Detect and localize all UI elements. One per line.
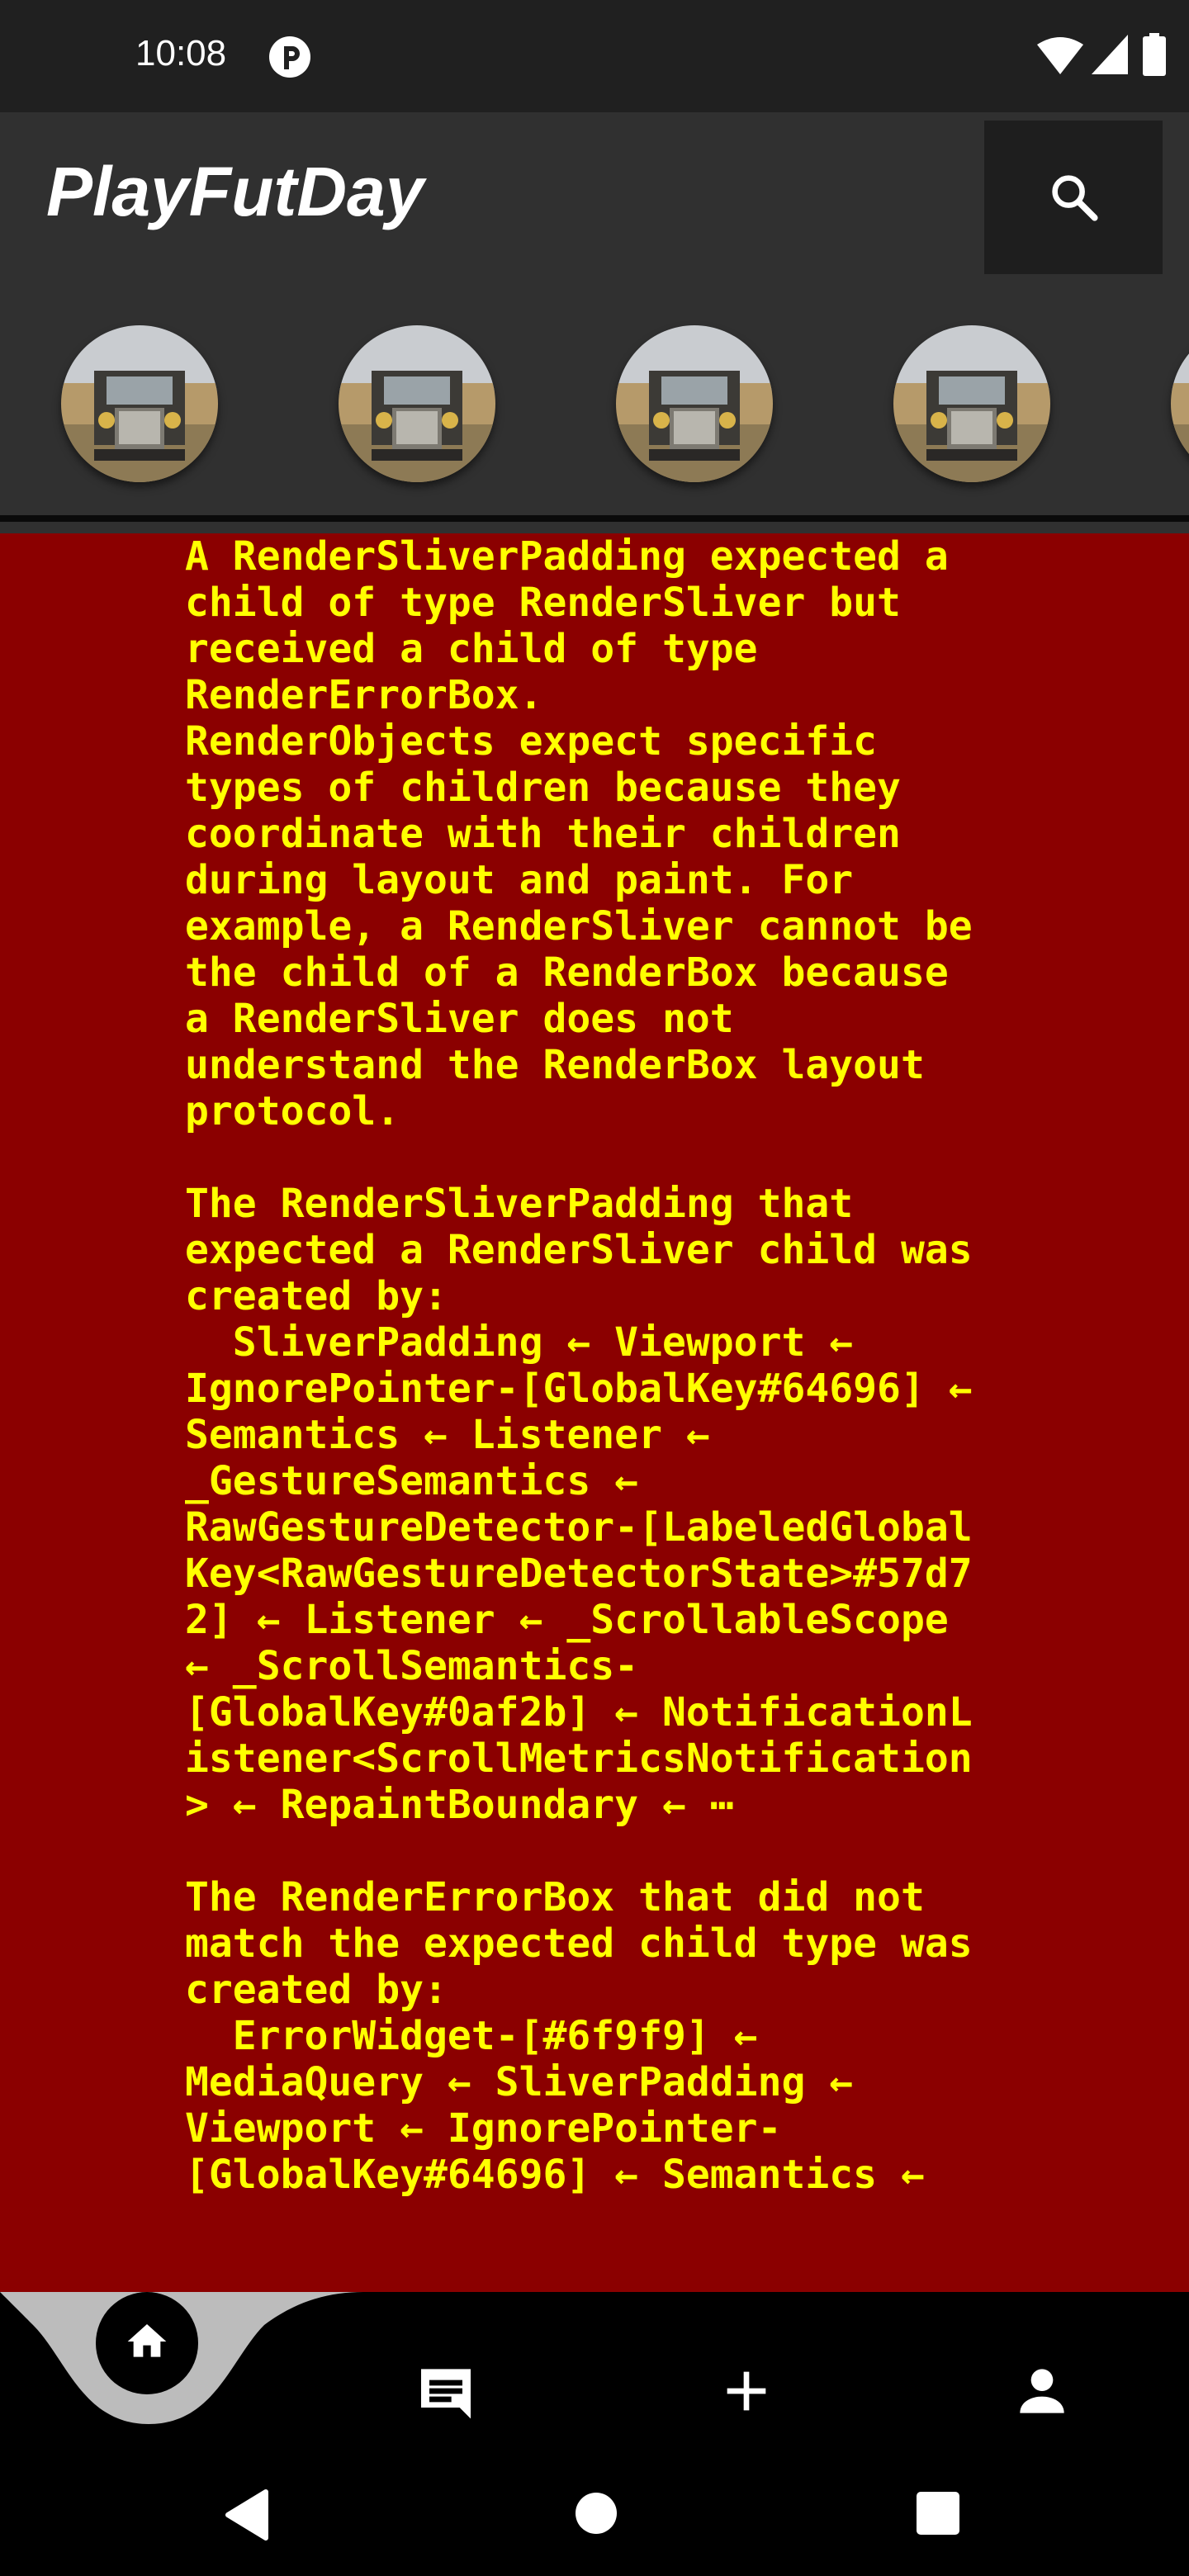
status-time: 10:08 bbox=[135, 33, 227, 73]
battery-icon bbox=[1143, 33, 1166, 76]
story-avatar[interactable] bbox=[893, 325, 1050, 482]
app-notification-icon bbox=[269, 36, 310, 78]
stories-strip[interactable] bbox=[0, 274, 1189, 515]
story-avatar[interactable] bbox=[616, 325, 773, 482]
home-circle-icon[interactable] bbox=[573, 2490, 619, 2536]
system-nav-bar bbox=[0, 2465, 1189, 2576]
recents-icon[interactable] bbox=[917, 2492, 959, 2535]
truck-photo bbox=[61, 325, 218, 482]
status-bar: 10:08 bbox=[0, 0, 1189, 112]
home-button[interactable] bbox=[96, 2292, 198, 2394]
divider bbox=[0, 515, 1189, 522]
error-message: A RenderSliverPadding expected a child o… bbox=[185, 533, 973, 2198]
search-icon bbox=[1052, 175, 1098, 221]
app-bar: PlayFutDay bbox=[0, 112, 1189, 274]
truck-photo bbox=[616, 325, 773, 482]
plus-icon[interactable] bbox=[713, 2358, 779, 2424]
home-icon bbox=[127, 2324, 167, 2357]
truck-photo bbox=[893, 325, 1050, 482]
truck-photo bbox=[339, 325, 495, 482]
divider-gap bbox=[0, 522, 1189, 533]
error-panel: A RenderSliverPadding expected a child o… bbox=[0, 533, 1189, 2292]
back-icon[interactable] bbox=[223, 2488, 272, 2541]
person-icon[interactable] bbox=[1009, 2358, 1075, 2424]
cell-signal-icon bbox=[1092, 35, 1128, 74]
chat-icon[interactable] bbox=[413, 2358, 479, 2424]
search-button[interactable] bbox=[984, 121, 1163, 274]
wifi-icon bbox=[1037, 37, 1083, 74]
story-avatar[interactable] bbox=[1171, 325, 1189, 482]
app-title: PlayFutDay bbox=[46, 153, 424, 230]
story-avatar[interactable] bbox=[61, 325, 218, 482]
truck-photo bbox=[1171, 325, 1189, 482]
bottom-nav bbox=[0, 2292, 1189, 2465]
story-avatar[interactable] bbox=[339, 325, 495, 482]
